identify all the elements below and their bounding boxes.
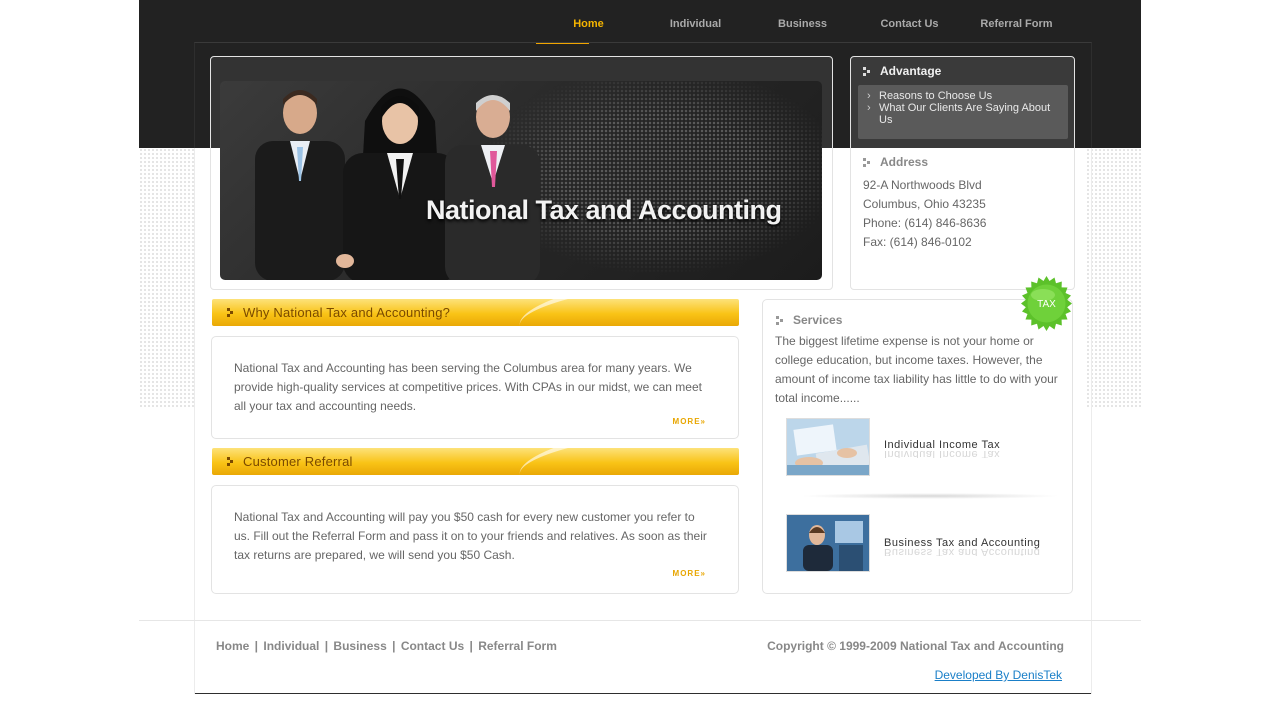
office-worker-image	[787, 515, 869, 571]
individual-income-tax-label[interactable]: Individual Income Tax Individual Income …	[884, 439, 1000, 458]
advantage-links: Reasons to Choose Us What Our Clients Ar…	[858, 85, 1068, 139]
background-dot-pattern-left	[139, 148, 195, 408]
keyboard-hands-image	[787, 419, 869, 475]
business-tax-thumbnail[interactable]	[786, 514, 870, 572]
nav-home[interactable]: Home	[535, 0, 642, 44]
referral-more-link[interactable]: MORE»	[673, 569, 706, 578]
address-fax: Fax: (614) 846-0102	[863, 235, 972, 249]
link-client-testimonials[interactable]: What Our Clients Are Saying About Us	[867, 102, 1060, 126]
nav-contact-us[interactable]: Contact Us	[856, 0, 963, 44]
link-reasons-to-choose-us[interactable]: Reasons to Choose Us	[867, 90, 1060, 102]
services-text: The biggest lifetime expense is not your…	[775, 334, 1058, 405]
individual-tax-thumbnail[interactable]	[786, 418, 870, 476]
footer-divider	[139, 620, 1141, 621]
business-tax-text: Business Tax and Accounting	[884, 537, 1041, 549]
services-heading-text: Services	[793, 313, 843, 327]
business-tax-reflection: Business Tax and Accounting	[884, 549, 1041, 556]
banner-title: National Tax and Accounting	[426, 195, 782, 225]
footer-link-individual[interactable]: Individual	[263, 639, 319, 653]
why-more-link[interactable]: MORE»	[673, 417, 706, 426]
footer-nav: Home | Individual | Business | Contact U…	[216, 639, 557, 653]
why-heading: Why National Tax and Accounting?	[243, 305, 451, 320]
tax-seal-label: TAX	[1037, 299, 1056, 310]
address-street: 92-A Northwoods Blvd	[863, 178, 982, 192]
address-heading: Address	[863, 155, 928, 169]
main-nav: Home Individual Business Contact Us Refe…	[535, 0, 1070, 44]
referral-heading: Customer Referral	[243, 454, 353, 469]
referral-heading-bar: Customer Referral	[212, 448, 739, 475]
heading-bullet-icon	[776, 315, 785, 325]
services-divider	[800, 493, 1060, 499]
why-heading-bar: Why National Tax and Accounting?	[212, 299, 739, 326]
heading-bullet-icon	[227, 308, 230, 311]
tax-seal-icon: TAX	[1021, 276, 1072, 331]
hero-banner: National Tax and Accounting	[220, 81, 822, 280]
heading-bullet-icon	[863, 157, 872, 167]
footer-link-home[interactable]: Home	[216, 639, 249, 653]
address-heading-text: Address	[880, 155, 929, 169]
businessman-right-image	[445, 95, 540, 280]
footer-link-referral-form[interactable]: Referral Form	[478, 639, 557, 653]
address-phone: Phone: (614) 846-8636	[863, 216, 987, 230]
referral-text: National Tax and Accounting will pay you…	[234, 510, 707, 562]
services-heading: Services	[776, 313, 842, 327]
address-city: Columbus, Ohio 43235	[863, 197, 986, 211]
nav-referral-form[interactable]: Referral Form	[963, 0, 1070, 44]
business-tax-label[interactable]: Business Tax and Accounting Business Tax…	[884, 537, 1040, 556]
heading-bullet-icon	[863, 66, 872, 76]
individual-income-tax-text: Individual Income Tax	[884, 439, 1001, 451]
individual-income-tax-reflection: Individual Income Tax	[884, 451, 1001, 458]
nav-individual[interactable]: Individual	[642, 0, 749, 44]
footer-link-business[interactable]: Business	[333, 639, 386, 653]
developer-link[interactable]: Developed By DenisTek	[935, 668, 1062, 682]
why-text: National Tax and Accounting has been ser…	[234, 361, 702, 413]
heading-bullet-icon	[227, 457, 230, 460]
nav-business[interactable]: Business	[749, 0, 856, 44]
background-dot-pattern-right	[1086, 148, 1142, 408]
referral-content-box: National Tax and Accounting will pay you…	[211, 485, 739, 594]
why-content-box: National Tax and Accounting has been ser…	[211, 336, 739, 439]
advantage-heading: Advantage	[863, 64, 941, 78]
address-block: 92-A Northwoods Blvd Columbus, Ohio 4323…	[863, 176, 986, 252]
footer-link-contact-us[interactable]: Contact Us	[401, 639, 464, 653]
advantage-heading-text: Advantage	[880, 64, 942, 78]
copyright-text: Copyright © 1999-2009 National Tax and A…	[767, 639, 1064, 653]
